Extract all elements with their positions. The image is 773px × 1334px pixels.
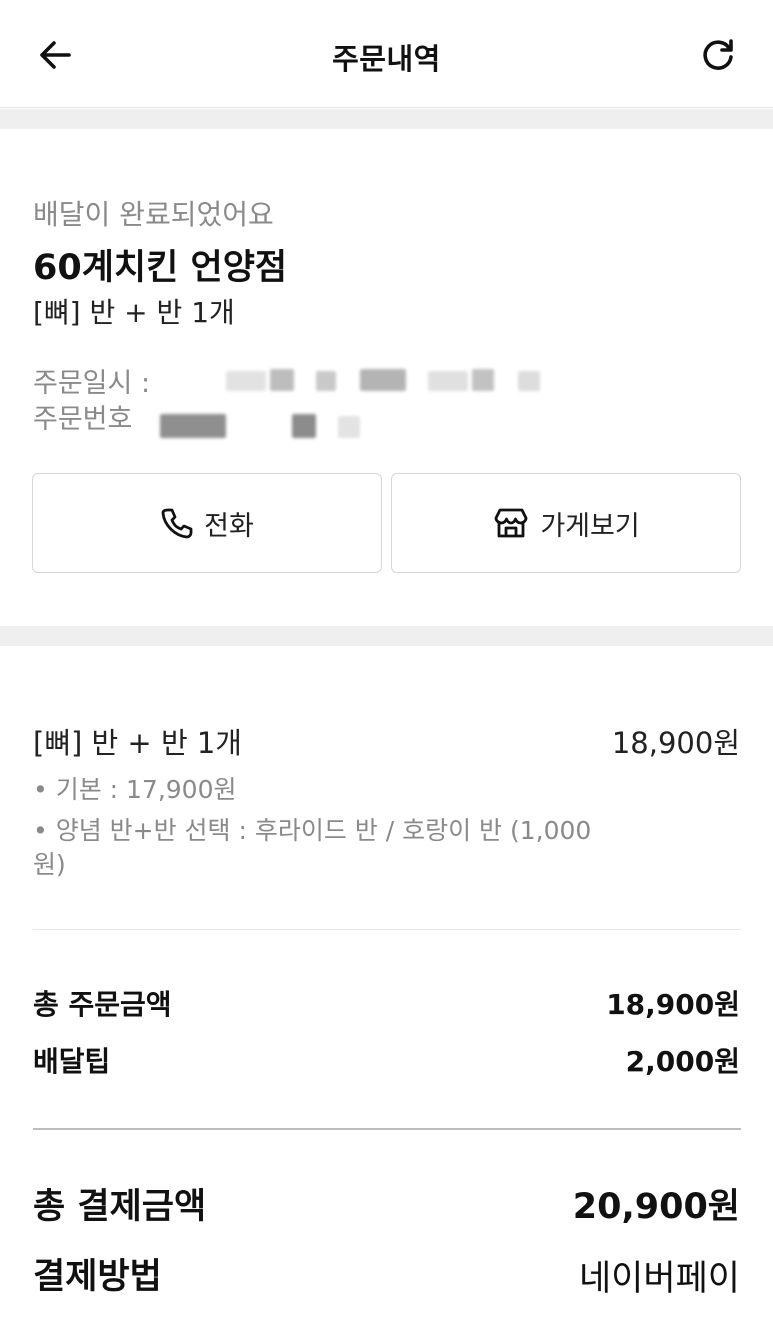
payment-total-label: 총 결제금액 xyxy=(33,1187,207,1227)
menu-item-price: 18,900원 xyxy=(611,726,740,760)
section-divider xyxy=(0,109,773,129)
order-date-label: 주문일시 : xyxy=(33,368,151,399)
delivery-tip-value: 2,000원 xyxy=(625,1045,740,1078)
refresh-button[interactable] xyxy=(693,30,743,80)
order-number-label: 주문번호 xyxy=(33,404,133,435)
menu-option-sauce: • 양념 반+반 선택 : 후라이드 반 / 호랑이 반 (1,000원) xyxy=(33,816,592,879)
refresh-icon xyxy=(703,39,733,70)
store-icon xyxy=(494,508,528,538)
store-name: 60계치킨 언양점 xyxy=(33,248,288,288)
section-divider xyxy=(0,626,773,646)
call-button[interactable]: 전화 xyxy=(32,473,382,573)
order-detail-card: [뼈] 반 + 반 1개 18,900원 • 기본 : 17,900원 • 양념… xyxy=(0,646,773,1334)
page-title: 주문내역 xyxy=(332,42,441,76)
call-button-label: 전화 xyxy=(204,510,254,542)
divider xyxy=(33,1128,741,1130)
app-header: 주문내역 xyxy=(0,0,773,108)
order-summary: [뼈] 반 + 반 1개 xyxy=(33,296,235,329)
payment-method-value: 네이버페이 xyxy=(578,1259,740,1299)
menu-item-name: [뼈] 반 + 반 1개 xyxy=(33,726,242,760)
delivery-status: 배달이 완료되었어요 xyxy=(33,198,274,231)
view-store-button[interactable]: 가게보기 xyxy=(391,473,741,573)
phone-icon xyxy=(161,508,193,539)
order-summary-card: 배달이 완료되었어요 60계치킨 언양점 [뼈] 반 + 반 1개 주문일시 :… xyxy=(0,129,773,626)
order-total-label: 총 주문금액 xyxy=(33,988,172,1021)
order-total-value: 18,900원 xyxy=(606,988,740,1021)
view-store-button-label: 가게보기 xyxy=(540,510,640,542)
payment-total-value: 20,900원 xyxy=(572,1187,740,1227)
payment-method-label: 결제방법 xyxy=(33,1257,162,1297)
menu-option-base: • 기본 : 17,900원 xyxy=(33,775,237,804)
divider xyxy=(33,929,741,930)
delivery-tip-label: 배달팁 xyxy=(33,1045,111,1078)
